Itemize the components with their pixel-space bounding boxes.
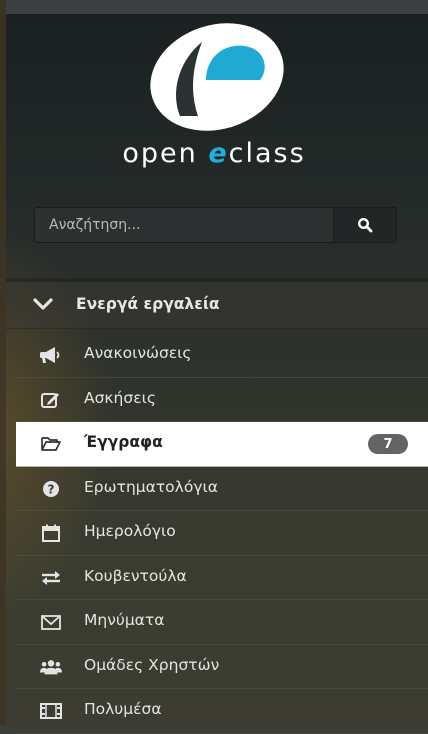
- tools-menu: Ανακοινώσεις Ασκήσεις Έγγραφα 7 ? Ερωτημ…: [16, 333, 428, 734]
- menu-item-label: Κουβεντούλα: [84, 566, 187, 585]
- chevron-down-icon: [33, 298, 53, 310]
- brand-open: open: [122, 138, 209, 169]
- search-icon: [357, 217, 373, 233]
- openeclass-logo-icon[interactable]: [140, 20, 295, 135]
- menu-item-calendar[interactable]: Ημερολόγιο: [16, 511, 428, 556]
- menu-item-announcements[interactable]: Ανακοινώσεις: [16, 333, 428, 378]
- menu-item-chat[interactable]: Κουβεντούλα: [16, 556, 428, 600]
- menu-item-label: Ημερολόγιο: [84, 522, 176, 540]
- menu-item-user-groups[interactable]: Ομάδες Χρηστών: [16, 645, 428, 689]
- window-top-edge: [0, 0, 428, 14]
- bullhorn-icon: [40, 345, 62, 365]
- menu-item-label: Μηνύματα: [84, 611, 165, 629]
- brand-wordmark: open eclass: [0, 138, 428, 169]
- menu-item-messages[interactable]: Μηνύματα: [16, 600, 428, 645]
- menu-item-documents[interactable]: Έγγραφα 7: [16, 422, 428, 467]
- calendar-icon: [40, 523, 62, 543]
- menu-item-multimedia[interactable]: Πολυμέσα: [16, 689, 428, 734]
- search-bar: [34, 207, 397, 243]
- brand-e: e: [208, 138, 229, 169]
- search-input[interactable]: [34, 207, 334, 243]
- menu-item-label: Ασκήσεις: [84, 388, 156, 407]
- film-icon: [40, 701, 62, 721]
- envelope-icon: [40, 612, 62, 632]
- svg-text:?: ?: [48, 482, 55, 496]
- count-badge: 7: [368, 434, 408, 454]
- exchange-icon: [40, 568, 62, 588]
- section-header-active-tools[interactable]: Ενεργά εργαλεία: [6, 282, 428, 329]
- menu-item-label: Ομάδες Χρηστών: [84, 655, 220, 674]
- users-icon: [40, 657, 62, 677]
- menu-item-questionnaires[interactable]: ? Ερωτηματολόγια: [16, 467, 428, 511]
- edit-icon: [40, 390, 62, 410]
- brand-class: class: [228, 138, 306, 169]
- menu-item-label: Ανακοινώσεις: [84, 344, 192, 362]
- menu-item-exercises[interactable]: Ασκήσεις: [16, 378, 428, 422]
- question-circle-icon: ?: [40, 479, 62, 499]
- folder-open-icon: [40, 434, 62, 454]
- menu-item-label: Έγγραφα: [84, 433, 163, 451]
- search-button[interactable]: [334, 207, 397, 243]
- menu-item-label: Πολυμέσα: [84, 700, 162, 718]
- section-title: Ενεργά εργαλεία: [76, 295, 220, 313]
- menu-item-label: Ερωτηματολόγια: [84, 477, 218, 496]
